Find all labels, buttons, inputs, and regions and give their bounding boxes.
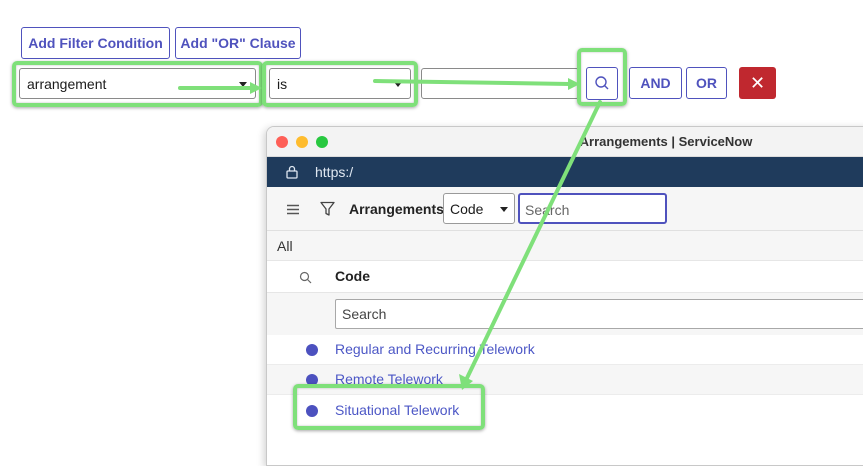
list-toolbar: Arrangements Code Search xyxy=(267,187,863,231)
value-input[interactable] xyxy=(421,68,579,99)
lock-icon xyxy=(286,165,298,179)
search-icon xyxy=(595,76,609,90)
delete-condition-button[interactable]: ✕ xyxy=(739,67,776,99)
column-header-code[interactable]: Code xyxy=(335,268,370,284)
filter-funnel-icon[interactable] xyxy=(320,201,335,217)
window-title: Arrangements | ServiceNow xyxy=(579,134,753,149)
column-header-row: Code xyxy=(267,261,863,293)
add-filter-condition-button[interactable]: Add Filter Condition xyxy=(21,27,170,59)
and-button[interactable]: AND xyxy=(629,67,682,99)
operator-select[interactable]: is xyxy=(269,68,411,99)
operator-select-value: is xyxy=(277,75,288,92)
search-field-select[interactable]: Code xyxy=(443,193,515,224)
breadcrumb: All xyxy=(267,231,863,261)
field-select[interactable]: arrangement xyxy=(19,68,256,99)
window-titlebar: Arrangements | ServiceNow xyxy=(267,127,863,157)
list-title: Arrangements xyxy=(349,201,444,217)
chevron-down-icon xyxy=(239,81,247,87)
selected-row-highlight xyxy=(293,384,485,430)
list-item[interactable]: Regular and Recurring Telework xyxy=(267,335,863,365)
search-field-value: Code xyxy=(450,201,484,217)
url-bar: https:/ xyxy=(267,157,863,187)
record-link[interactable]: Regular and Recurring Telework xyxy=(335,341,535,357)
breadcrumb-all[interactable]: All xyxy=(277,238,293,254)
chevron-down-icon xyxy=(394,81,402,87)
list-search-placeholder: Search xyxy=(525,202,570,218)
record-bullet-icon xyxy=(306,344,318,356)
add-or-clause-button[interactable]: Add "OR" Clause xyxy=(175,27,301,59)
field-select-value: arrangement xyxy=(27,75,107,92)
column-search-placeholder: Search xyxy=(342,306,387,322)
chevron-down-icon xyxy=(500,206,508,212)
hamburger-menu-icon[interactable] xyxy=(286,204,300,215)
list-search-input[interactable]: Search xyxy=(518,193,667,224)
lookup-button[interactable] xyxy=(586,67,618,100)
url-text[interactable]: https:/ xyxy=(315,164,353,180)
column-search-row: Search xyxy=(267,293,863,335)
search-icon[interactable] xyxy=(299,271,312,284)
or-button[interactable]: OR xyxy=(686,67,727,99)
column-search-input[interactable]: Search xyxy=(335,299,863,329)
